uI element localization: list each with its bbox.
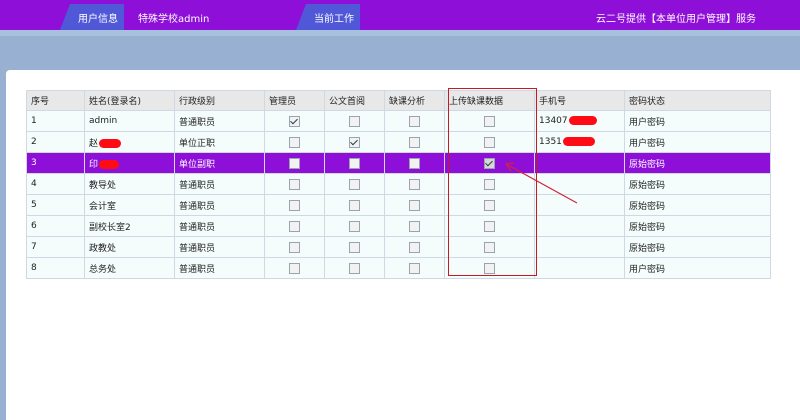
annotation-arrow — [504, 162, 578, 204]
arrow-line — [505, 163, 578, 204]
arrow-head — [504, 162, 515, 172]
